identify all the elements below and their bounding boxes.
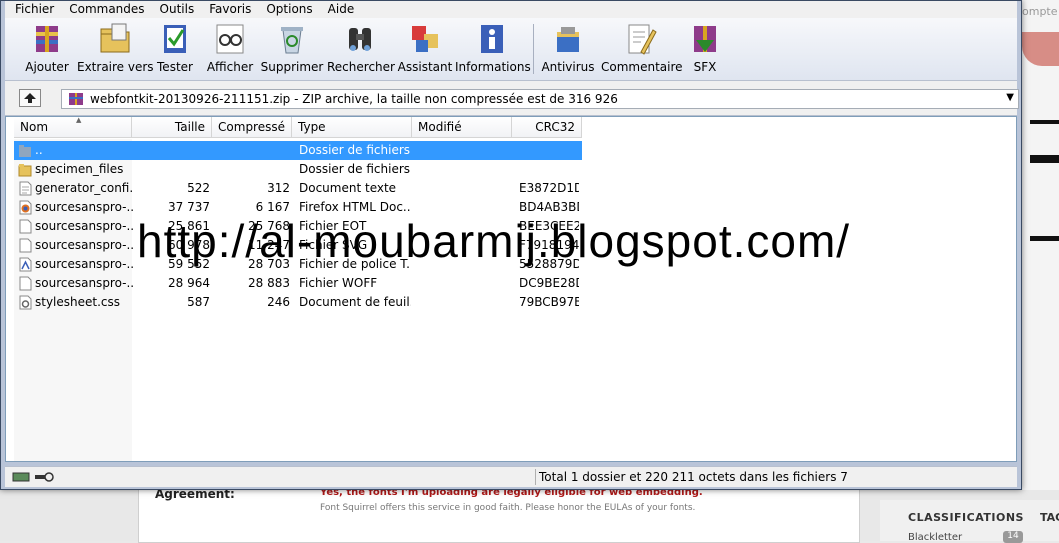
table-row[interactable]: specimen_files Dossier de fichiers <box>14 160 582 179</box>
add-archive-icon <box>30 22 64 56</box>
file-name: sourcesanspro-... <box>35 200 133 214</box>
css-file-icon <box>19 295 32 310</box>
delete-recycle-icon <box>275 22 309 56</box>
wizard-icon <box>408 22 442 56</box>
wizard-button[interactable]: Assistant <box>397 22 453 78</box>
antivirus-icon <box>551 22 585 56</box>
menu-options[interactable]: Options <box>256 1 317 18</box>
file-size: 522 <box>187 181 210 195</box>
file-name: stylesheet.css <box>35 295 121 309</box>
view-glasses-icon <box>213 22 247 56</box>
add-button[interactable]: Ajouter <box>19 22 75 78</box>
file-icon <box>19 276 32 291</box>
tag-heading: TAG <box>1040 511 1059 524</box>
folder-up-icon <box>19 145 31 157</box>
toolbar-separator <box>533 24 534 74</box>
file-icon <box>19 219 32 234</box>
column-header-crc[interactable]: CRC32 <box>512 117 582 138</box>
file-name: specimen_files <box>35 162 124 176</box>
file-name: sourcesanspro-... <box>35 238 133 252</box>
archive-icon <box>69 93 83 105</box>
file-icon <box>19 238 32 253</box>
dropdown-arrow-icon[interactable]: ▼ <box>1006 92 1014 103</box>
extract-to-button[interactable]: Extraire vers <box>77 22 154 78</box>
file-crc: DC9BE28D <box>519 276 579 290</box>
background-account-tab[interactable]: ompte <box>1022 5 1059 25</box>
file-name: sourcesanspro-... <box>35 257 133 271</box>
classification-count-badge: 14 <box>1003 531 1023 543</box>
comment-icon <box>623 22 657 56</box>
table-row[interactable]: .. Dossier de fichiers <box>14 141 582 160</box>
status-total-text: Total 1 dossier et 220 211 octets dans l… <box>539 470 848 484</box>
view-button[interactable]: Afficher <box>205 22 255 78</box>
address-bar: webfontkit-20130926-211151.zip - ZIP arc… <box>5 81 1019 116</box>
background-bar <box>1030 155 1059 163</box>
info-button[interactable]: Informations <box>455 22 531 78</box>
file-size: 28 964 <box>168 276 210 290</box>
table-row[interactable]: sourcesanspro-... 28 964 28 883 Fichier … <box>14 274 582 293</box>
text-file-icon <box>19 181 32 196</box>
file-type: Dossier de fichiers <box>299 162 411 176</box>
file-name: sourcesanspro-... <box>35 219 133 233</box>
classifications-heading: CLASSIFICATIONS <box>908 511 1024 524</box>
background-bar <box>1030 120 1059 124</box>
column-header-size[interactable]: Taille <box>132 117 212 138</box>
folder-icon <box>18 164 32 177</box>
archive-path-text: webfontkit-20130926-211151.zip - ZIP arc… <box>90 92 618 106</box>
file-name: generator_confi... <box>35 181 133 195</box>
file-packed: 28 883 <box>248 276 290 290</box>
column-header-packed[interactable]: Compressé <box>212 117 292 138</box>
file-type: Dossier de fichiers <box>299 143 411 157</box>
status-bar: Total 1 dossier et 220 211 octets dans l… <box>5 466 1017 487</box>
menu-fichier[interactable]: Fichier <box>5 1 59 18</box>
find-button[interactable]: Rechercher <box>327 22 395 78</box>
file-type: Document de feuil... <box>299 295 411 309</box>
file-packed: 246 <box>267 295 290 309</box>
eula-notice: Font Squirrel offers this service in goo… <box>320 503 696 513</box>
menu-bar: Fichier Commandes Outils Favoris Options… <box>5 1 1017 18</box>
file-type: Document texte <box>299 181 397 195</box>
extract-folder-icon <box>98 22 132 56</box>
column-header-type[interactable]: Type <box>292 117 412 138</box>
test-button[interactable]: Tester <box>155 22 195 78</box>
toolbar: Ajouter Extraire vers Tester Afficher Su… <box>5 18 1017 81</box>
font-file-icon <box>19 257 32 272</box>
list-header: Nom ▲ Taille Compressé Type Modifié CRC32 <box>6 117 582 139</box>
background-right-panel <box>1020 0 1059 541</box>
file-packed: 312 <box>267 181 290 195</box>
sort-ascending-icon: ▲ <box>76 116 82 124</box>
watermark-url: http://al-moubarmij.blogspot.com/ <box>137 215 851 267</box>
binoculars-icon <box>343 22 377 56</box>
sfx-button[interactable]: SFX <box>685 22 725 78</box>
drive-key-icon <box>12 472 54 482</box>
column-header-modified[interactable]: Modifié <box>412 117 512 138</box>
file-name: .. <box>35 143 43 157</box>
delete-button[interactable]: Supprimer <box>260 22 324 78</box>
test-check-icon <box>158 22 192 56</box>
sfx-icon <box>688 22 722 56</box>
table-row[interactable]: stylesheet.css 587 246 Document de feuil… <box>14 293 582 312</box>
menu-aide[interactable]: Aide <box>318 1 360 18</box>
antivirus-button[interactable]: Antivirus <box>541 22 595 78</box>
comment-button[interactable]: Commentaire <box>601 22 683 78</box>
html-file-icon <box>19 200 32 215</box>
table-row[interactable]: generator_confi... 522 312 Document text… <box>14 179 582 198</box>
file-size: 587 <box>187 295 210 309</box>
up-arrow-icon <box>24 93 36 103</box>
background-bar <box>1030 236 1059 241</box>
info-icon <box>475 22 509 56</box>
file-crc: E3872D1D <box>519 181 579 195</box>
menu-favoris[interactable]: Favoris <box>199 1 256 18</box>
menu-outils[interactable]: Outils <box>150 1 200 18</box>
archive-path-combobox[interactable]: webfontkit-20130926-211151.zip - ZIP arc… <box>61 89 1019 109</box>
file-crc: 79BCB97B <box>519 295 579 309</box>
column-header-name[interactable]: Nom ▲ <box>14 117 132 138</box>
menu-commandes[interactable]: Commandes <box>59 1 149 18</box>
file-list: Nom ▲ Taille Compressé Type Modifié CRC32… <box>5 116 1017 462</box>
file-type: Fichier WOFF <box>299 276 378 290</box>
up-folder-button[interactable] <box>19 89 41 107</box>
classification-blackletter[interactable]: Blackletter <box>908 532 962 543</box>
file-name: sourcesanspro-... <box>35 276 133 290</box>
status-separator <box>535 469 536 485</box>
